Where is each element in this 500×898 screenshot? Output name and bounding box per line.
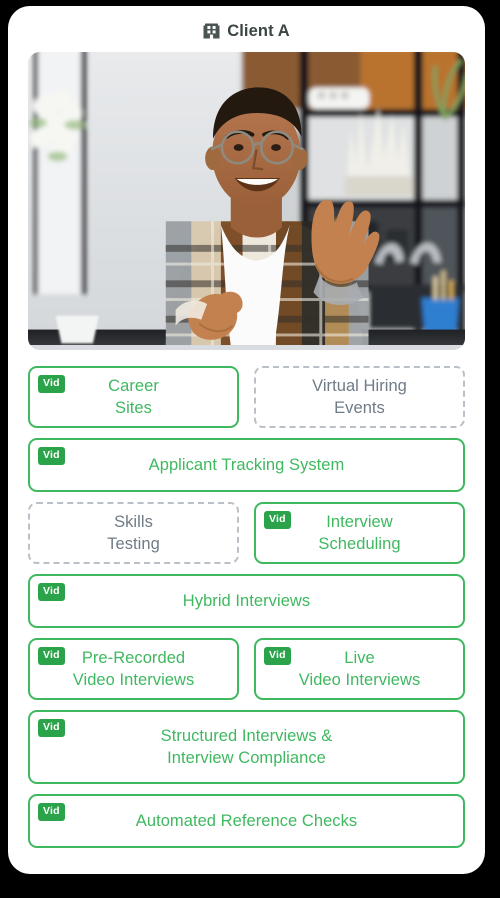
card-structured-interviews-compliance[interactable]: Vid Structured Interviews & Interview Co… (28, 710, 465, 784)
panel-header: Client A (8, 6, 485, 52)
card-live-video-interviews[interactable]: Vid Live Video Interviews (254, 638, 465, 700)
card-label: Automated Reference Checks (135, 811, 358, 830)
card-row: Skills Testing Vid Interview Scheduling (28, 502, 465, 564)
card-applicant-tracking-system[interactable]: Vid Applicant Tracking System (28, 438, 465, 492)
card-label: Virtual Hiring Events (312, 376, 407, 417)
card-label: Interview Scheduling (318, 512, 401, 553)
card-label: Structured Interviews & Interview Compli… (160, 726, 333, 767)
card-virtual-hiring-events[interactable]: Virtual Hiring Events (254, 366, 465, 428)
card-pre-recorded-video-interviews[interactable]: Vid Pre-Recorded Video Interviews (28, 638, 239, 700)
vid-badge: Vid (264, 647, 291, 665)
card-label: Skills Testing (107, 512, 160, 553)
card-label: Applicant Tracking System (148, 455, 345, 474)
card-automated-reference-checks[interactable]: Vid Automated Reference Checks (28, 794, 465, 848)
card-label: Live Video Interviews (298, 648, 421, 689)
vid-badge: Vid (38, 583, 65, 601)
building-icon (203, 22, 220, 40)
client-panel: Client A Vid Career Sites Virtual Hiring… (8, 6, 485, 874)
card-row: Vid Structured Interviews & Interview Co… (28, 710, 465, 784)
page-title: Client A (227, 21, 290, 40)
card-row: Vid Pre-Recorded Video Interviews Vid Li… (28, 638, 465, 700)
vid-badge: Vid (264, 511, 291, 529)
vid-badge: Vid (38, 447, 65, 465)
card-interview-scheduling[interactable]: Vid Interview Scheduling (254, 502, 465, 564)
hero-photo (28, 52, 465, 350)
vid-badge: Vid (38, 647, 65, 665)
vid-badge: Vid (38, 375, 65, 393)
card-hybrid-interviews[interactable]: Vid Hybrid Interviews (28, 574, 465, 628)
card-row: Vid Automated Reference Checks (28, 794, 465, 848)
screen-root: Client A Vid Career Sites Virtual Hiring… (0, 0, 500, 898)
card-label: Career Sites (108, 376, 159, 417)
capability-grid: Vid Career Sites Virtual Hiring Events V… (8, 350, 485, 848)
card-skills-testing[interactable]: Skills Testing (28, 502, 239, 564)
card-label: Hybrid Interviews (182, 591, 311, 610)
card-row: Vid Hybrid Interviews (28, 574, 465, 628)
card-row: Vid Career Sites Virtual Hiring Events (28, 366, 465, 428)
vid-badge: Vid (38, 719, 65, 737)
card-row: Vid Applicant Tracking System (28, 438, 465, 492)
card-label: Pre-Recorded Video Interviews (72, 648, 195, 689)
vid-badge: Vid (38, 803, 65, 821)
card-career-sites[interactable]: Vid Career Sites (28, 366, 239, 428)
